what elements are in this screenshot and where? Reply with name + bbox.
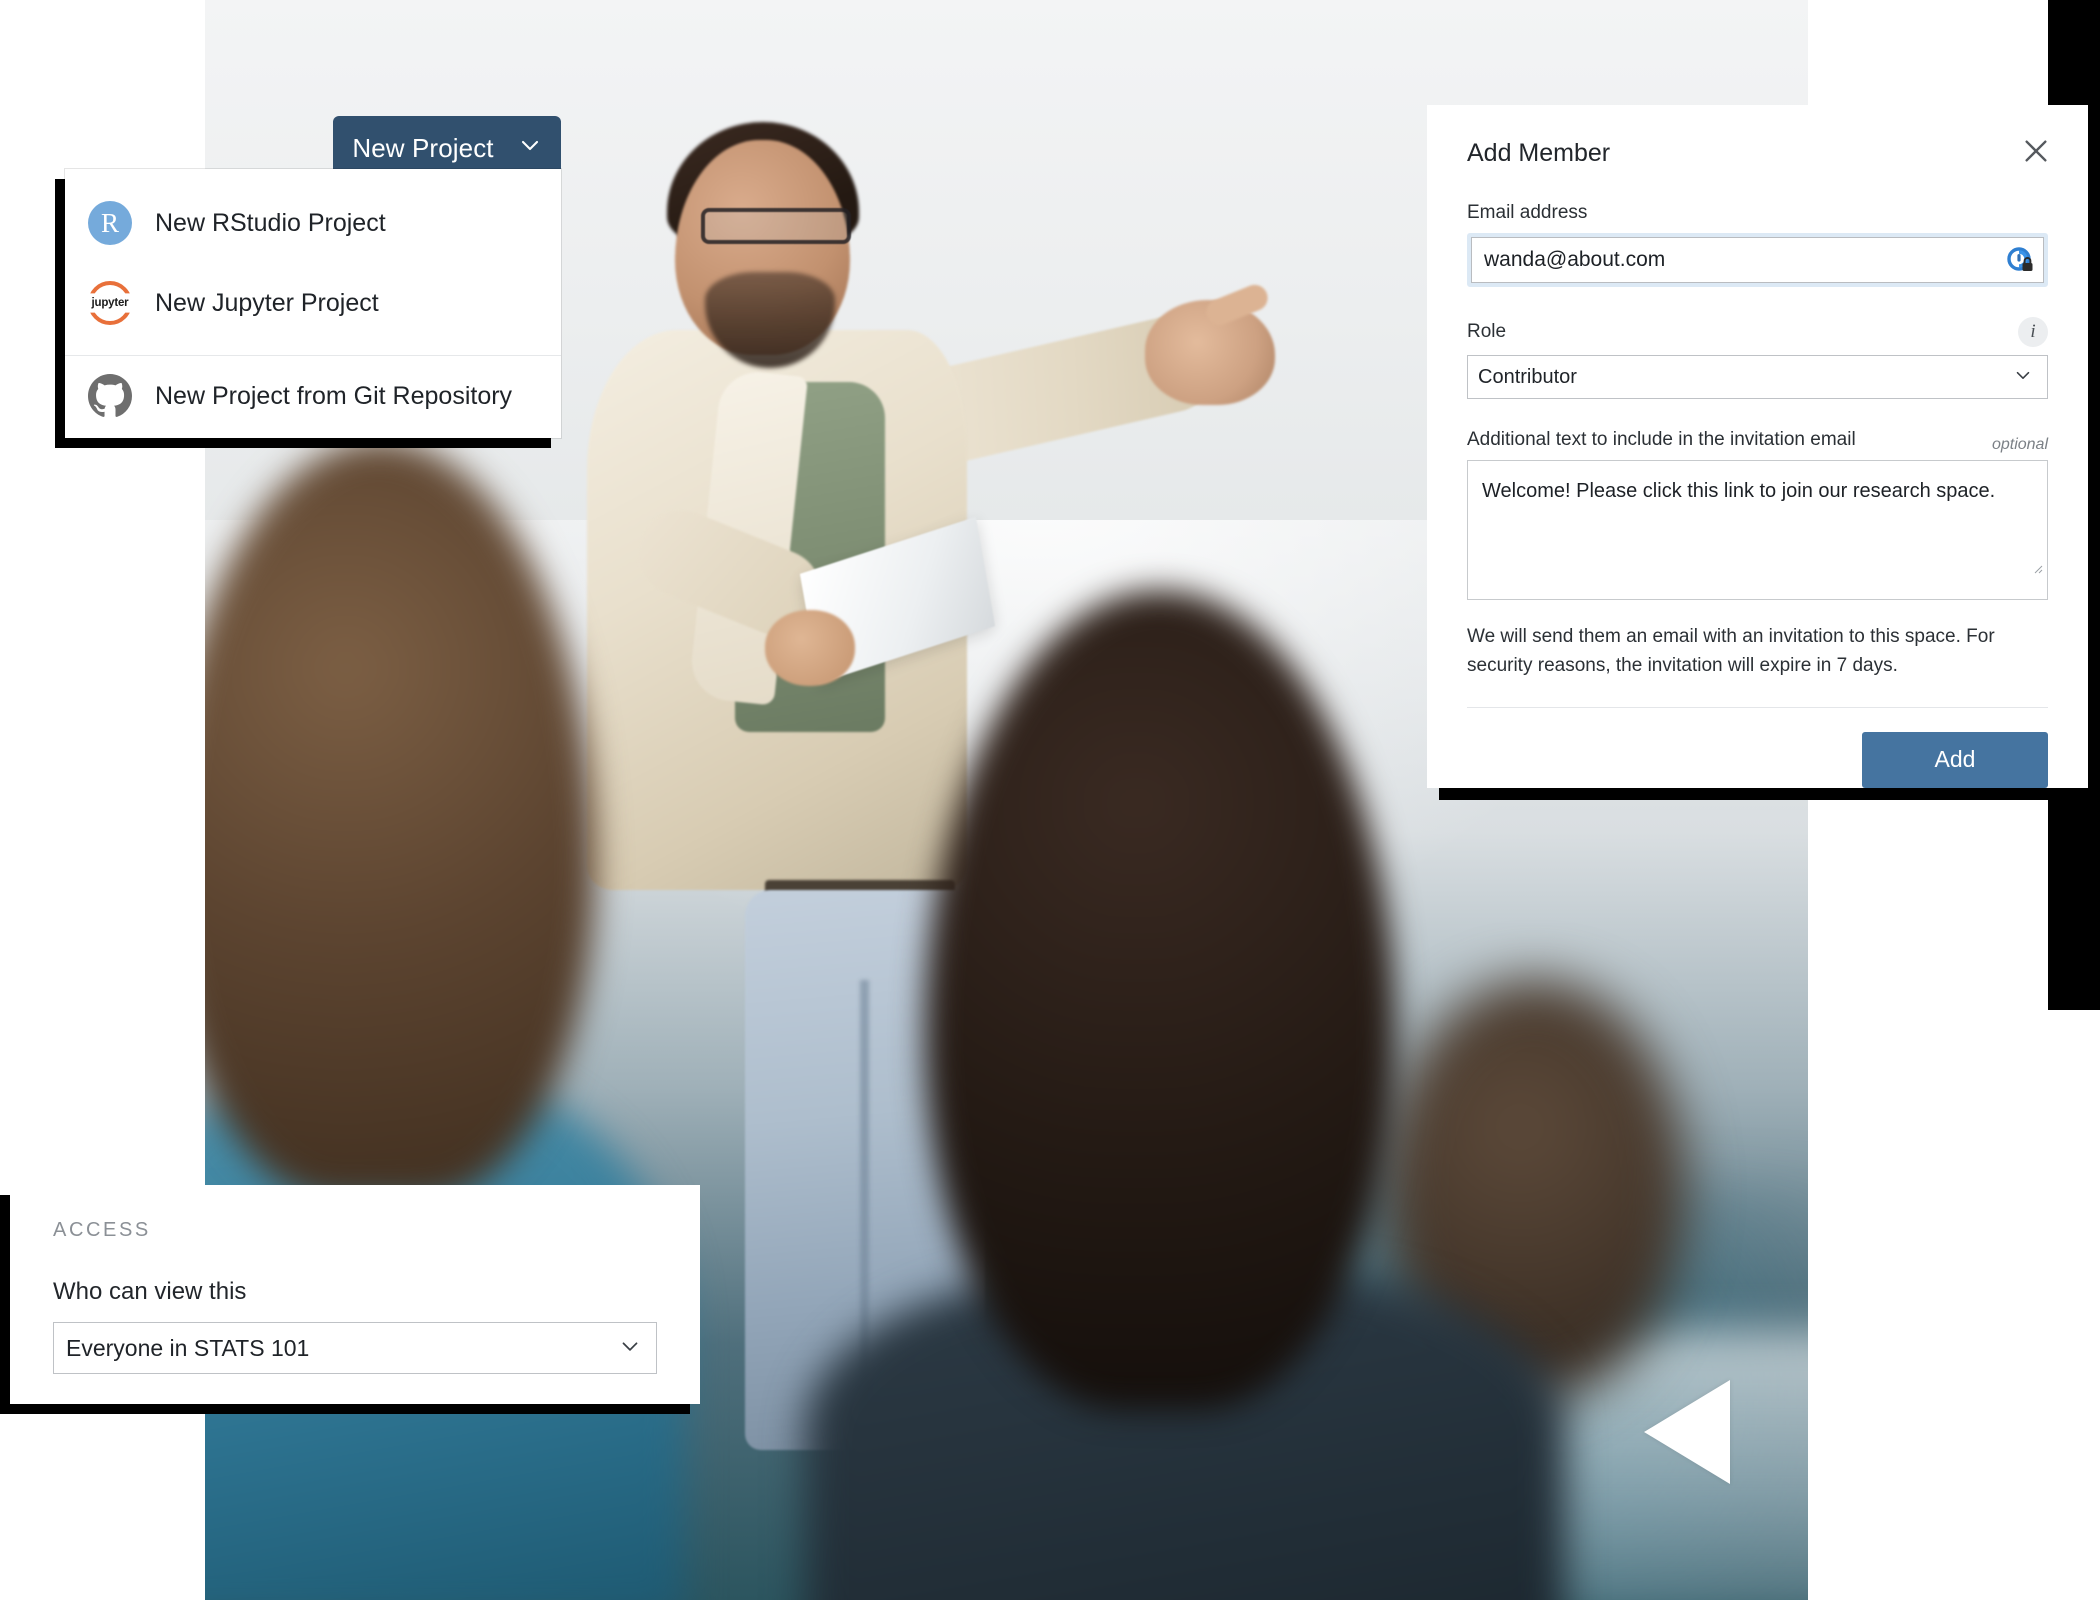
menu-item-new-jupyter-project[interactable]: jupyter New Jupyter Project <box>65 263 561 343</box>
jupyter-icon: jupyter <box>87 280 133 326</box>
chevron-down-icon <box>518 133 542 164</box>
close-icon[interactable] <box>2020 135 2052 167</box>
menu-item-label: New Project from Git Repository <box>155 381 513 410</box>
dialog-note: We will send them an email with an invit… <box>1467 626 1995 677</box>
access-visibility-select[interactable]: Everyone in STATS 101 <box>53 1322 657 1374</box>
dialog-title: Add Member <box>1467 139 1611 167</box>
password-manager-lock-icon[interactable] <box>2006 246 2034 274</box>
add-member-dialog: Add Member Email address Role i <box>1427 105 2088 788</box>
email-input[interactable] <box>1471 237 2044 283</box>
menu-item-new-project-from-git[interactable]: New Project from Git Repository <box>65 356 561 436</box>
presenter-glasses <box>701 208 851 244</box>
invitation-message-label: Additional text to include in the invita… <box>1467 429 1856 450</box>
access-question-label: Who can view this <box>53 1278 247 1305</box>
carousel-prev-arrow-icon[interactable] <box>1644 1380 1730 1484</box>
email-field-wrapper <box>1467 233 2048 287</box>
new-project-button-label: New Project <box>352 132 494 163</box>
github-icon <box>87 373 133 419</box>
menu-item-label: New RStudio Project <box>155 208 386 237</box>
access-card: ACCESS Who can view this Everyone in STA… <box>10 1185 700 1404</box>
role-field-label: Role <box>1467 321 1507 342</box>
access-heading: ACCESS <box>53 1219 151 1241</box>
dialog-divider <box>1467 706 2048 708</box>
info-icon[interactable]: i <box>2018 317 2048 347</box>
invitation-message-textarea[interactable]: Welcome! Please click this link to join … <box>1467 460 2048 600</box>
rstudio-icon: R <box>87 200 133 246</box>
optional-tag: optional <box>1991 435 2048 453</box>
email-field-label: Email address <box>1467 202 1588 223</box>
role-select[interactable]: Contributor <box>1467 355 2048 399</box>
new-project-menu[interactable]: R New RStudio Project jupyter New Jupyte… <box>65 169 561 438</box>
menu-item-new-rstudio-project[interactable]: R New RStudio Project <box>65 183 561 263</box>
add-button[interactable]: Add <box>1862 731 2048 788</box>
menu-item-label: New Jupyter Project <box>155 288 379 317</box>
